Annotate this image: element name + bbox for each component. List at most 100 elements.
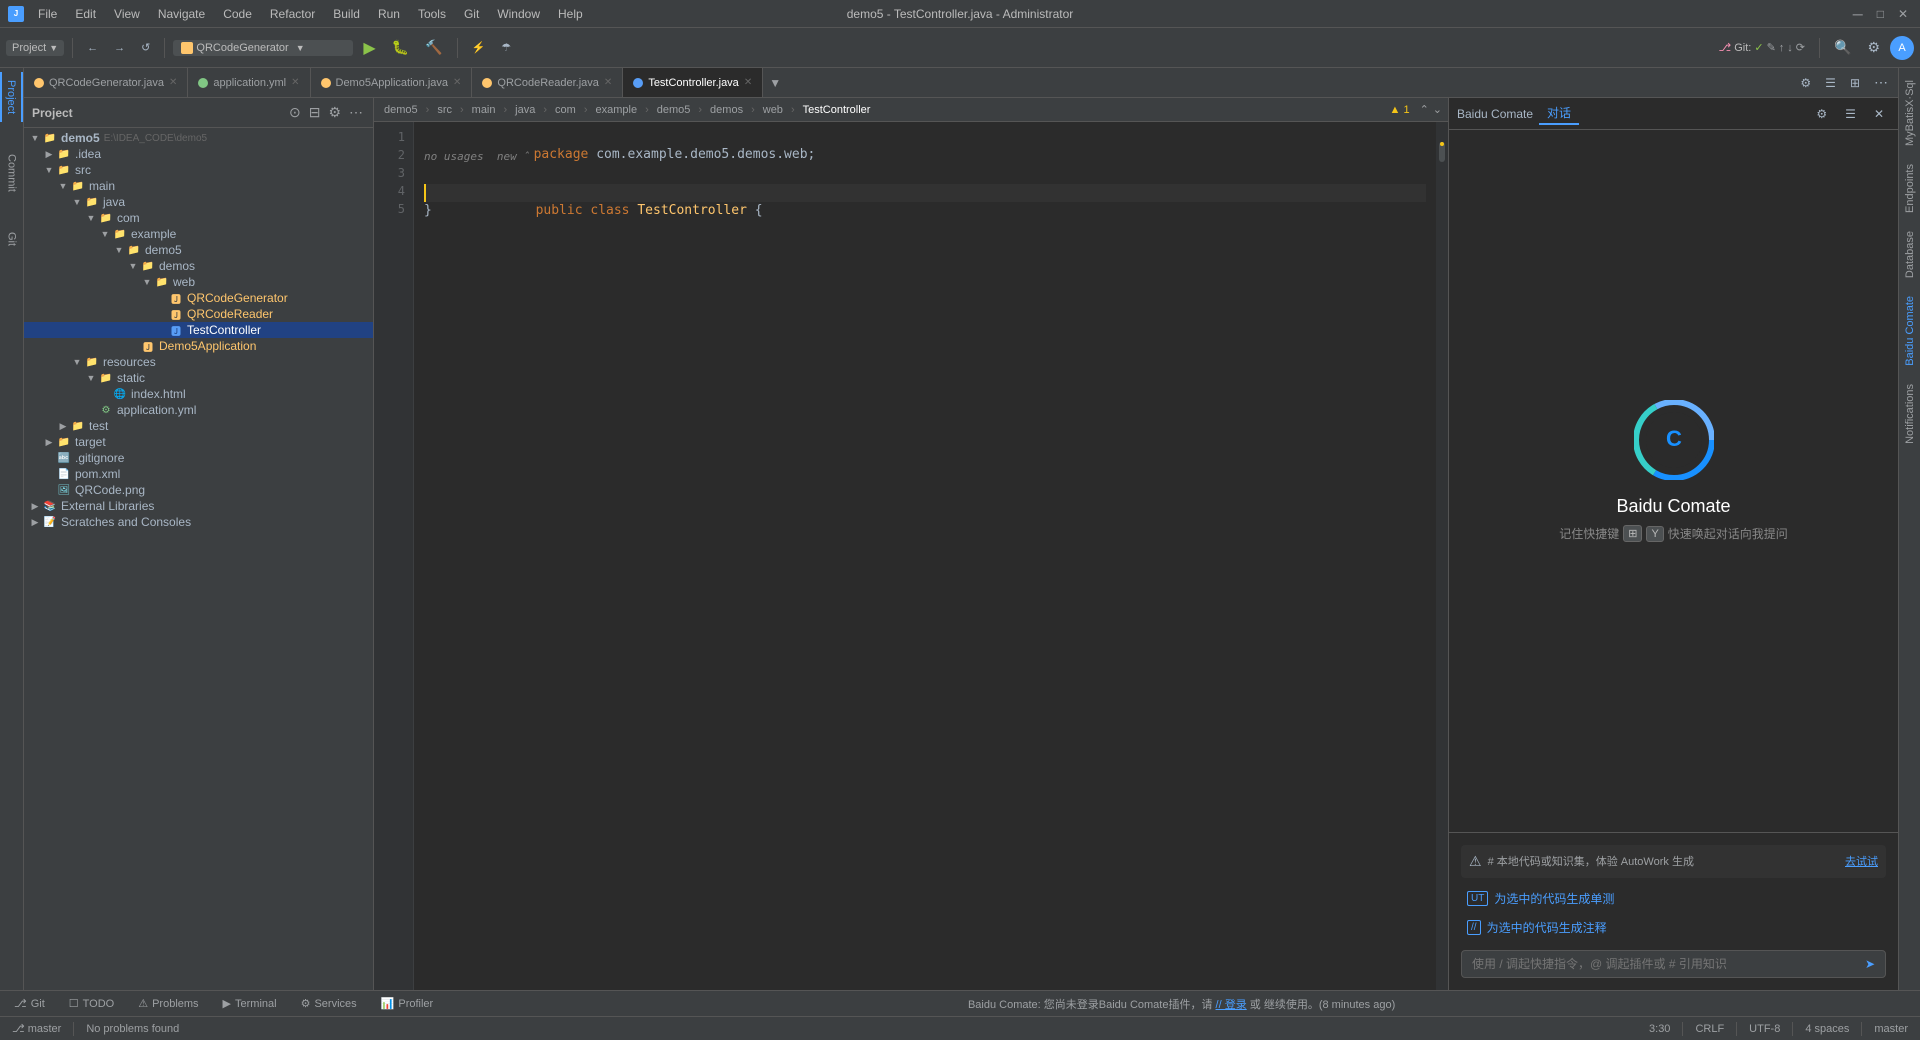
debug-btn[interactable]: 🐛: [386, 36, 415, 59]
bottom-tab-terminal[interactable]: ▶ Terminal: [215, 995, 285, 1012]
left-tool-commit[interactable]: Commit: [3, 146, 21, 200]
menu-item-code[interactable]: Code: [215, 5, 260, 23]
bottom-tab-problems[interactable]: ⚠ Problems: [130, 995, 206, 1012]
send-icon[interactable]: ➤: [1865, 957, 1875, 971]
nav-item[interactable]: demos: [706, 102, 747, 118]
tree-item-scratches[interactable]: ▶ 📝 Scratches and Consoles: [24, 514, 373, 530]
menu-item-navigate[interactable]: Navigate: [150, 5, 213, 23]
panel-tab-dialog[interactable]: 对话: [1539, 102, 1579, 125]
tree-item-testcontroller[interactable]: ▶ 🅹 TestController: [24, 322, 373, 338]
nav-item[interactable]: example: [591, 102, 641, 118]
tree-item-idea[interactable]: ▶ 📁 .idea: [24, 146, 373, 162]
coverage-btn[interactable]: ☂: [495, 38, 517, 57]
nav-item-active[interactable]: TestController: [799, 102, 875, 118]
bottom-tab-todo[interactable]: ☐ TODO: [61, 995, 122, 1012]
menu-item-edit[interactable]: Edit: [67, 5, 104, 23]
code-content[interactable]: package com.example.demo5.demos.web; no …: [414, 122, 1436, 990]
tabs-overflow-btn[interactable]: ▼: [763, 68, 787, 97]
avatar[interactable]: A: [1890, 36, 1914, 60]
run-config-selector[interactable]: QRCodeGenerator ▼: [173, 40, 353, 56]
refresh-btn[interactable]: ↺: [135, 38, 156, 57]
tab-testcontroller[interactable]: TestController.java ✕: [623, 68, 763, 97]
tree-item-demo5application[interactable]: ▶ 🅹 Demo5Application: [24, 338, 373, 354]
nav-item[interactable]: java: [511, 102, 539, 118]
tree-item-pom-xml[interactable]: ▶ 📄 pom.xml: [24, 466, 373, 482]
nav-item[interactable]: demo5: [653, 102, 695, 118]
rt-mybatisx[interactable]: MyBatisX·Sql: [1901, 72, 1919, 154]
tree-item-qrcode-png[interactable]: ▶ 🖼 QRCode.png: [24, 482, 373, 498]
tree-item-demos[interactable]: ▼ 📁 demos: [24, 258, 373, 274]
back-btn[interactable]: ←: [81, 39, 104, 57]
tab-qrcodereader[interactable]: QRCodeReader.java ✕: [472, 68, 623, 97]
sidebar-btn-4[interactable]: ⋯: [347, 102, 365, 123]
menu-item-file[interactable]: File: [30, 5, 65, 23]
notice-link[interactable]: 去试试: [1845, 853, 1878, 869]
tab-close-btn[interactable]: ✕: [744, 77, 752, 88]
status-line-ending[interactable]: CRLF: [1691, 1023, 1728, 1035]
tree-item-src[interactable]: ▼ 📁 src: [24, 162, 373, 178]
tab-action-btn-2[interactable]: ☰: [1819, 73, 1842, 93]
rt-baidu-comate[interactable]: Baidu Comate: [1901, 288, 1919, 374]
close-btn[interactable]: ✕: [1894, 7, 1912, 21]
build-btn[interactable]: 🔨: [419, 36, 448, 59]
run-btn[interactable]: ▶: [357, 35, 381, 61]
bottom-tab-services[interactable]: ⚙ Services: [293, 995, 365, 1012]
forward-btn[interactable]: →: [108, 39, 131, 57]
left-tool-git[interactable]: Git: [3, 224, 21, 254]
menu-item-window[interactable]: Window: [489, 5, 548, 23]
nav-item[interactable]: main: [468, 102, 500, 118]
tree-item-example[interactable]: ▼ 📁 example: [24, 226, 373, 242]
tree-item-resources[interactable]: ▼ 📁 resources: [24, 354, 373, 370]
nav-item[interactable]: web: [759, 102, 787, 118]
tree-item-target[interactable]: ▶ 📁 target: [24, 434, 373, 450]
tree-item-ext-libs[interactable]: ▶ 📚 External Libraries: [24, 498, 373, 514]
status-messages[interactable]: No problems found: [82, 1023, 183, 1035]
nav-item[interactable]: com: [551, 102, 580, 118]
maximize-btn[interactable]: □: [1873, 7, 1888, 21]
tree-item-test[interactable]: ▶ 📁 test: [24, 418, 373, 434]
menu-item-help[interactable]: Help: [550, 5, 591, 23]
sidebar-btn-2[interactable]: ⊟: [307, 102, 323, 123]
tab-application-yml[interactable]: application.yml ✕: [188, 68, 310, 97]
status-branch-right[interactable]: master: [1870, 1023, 1912, 1035]
panel-layout-btn[interactable]: ☰: [1839, 104, 1862, 124]
status-branch[interactable]: ⎇ master: [8, 1022, 65, 1035]
tree-item-demo5-pkg[interactable]: ▼ 📁 demo5: [24, 242, 373, 258]
split-btn[interactable]: ⋯: [1868, 71, 1894, 94]
bottom-tab-git[interactable]: ⎇ Git: [6, 995, 53, 1012]
settings-btn[interactable]: ⚙: [1861, 36, 1886, 59]
nav-item[interactable]: src: [433, 102, 456, 118]
comate-text-input[interactable]: [1472, 957, 1859, 971]
tab-qrcodegenerator[interactable]: QRCodeGenerator.java ✕: [24, 68, 188, 97]
bottom-tab-profiler[interactable]: 📊 Profiler: [373, 995, 442, 1012]
tree-item-qrcodegenerator[interactable]: ▶ 🅹 QRCodeGenerator: [24, 290, 373, 306]
scrollbar[interactable]: [1436, 122, 1448, 990]
status-encoding[interactable]: UTF-8: [1745, 1023, 1784, 1035]
tree-item-main[interactable]: ▼ 📁 main: [24, 178, 373, 194]
comate-action-ut[interactable]: UT 为选中的代码生成单测: [1461, 886, 1886, 911]
menu-item-refactor[interactable]: Refactor: [262, 5, 323, 23]
tab-action-btn-3[interactable]: ⊞: [1844, 73, 1866, 93]
tree-item-index-html[interactable]: ▶ 🌐 index.html: [24, 386, 373, 402]
comate-action-comment[interactable]: // 为选中的代码生成注释: [1461, 915, 1886, 940]
tab-close-btn[interactable]: ✕: [169, 77, 177, 88]
rt-endpoints[interactable]: Endpoints: [1901, 156, 1919, 221]
menu-item-git[interactable]: Git: [456, 5, 487, 23]
menu-item-view[interactable]: View: [106, 5, 148, 23]
tab-demo5application[interactable]: Demo5Application.java ✕: [311, 68, 473, 97]
panel-settings-btn[interactable]: ⚙: [1810, 104, 1833, 124]
tree-item-static[interactable]: ▼ 📁 static: [24, 370, 373, 386]
tree-item-web[interactable]: ▼ 📁 web: [24, 274, 373, 290]
search-btn[interactable]: 🔍: [1828, 36, 1857, 59]
sidebar-btn-1[interactable]: ⊙: [287, 102, 303, 123]
sidebar-btn-3[interactable]: ⚙: [326, 102, 343, 123]
tab-close-btn[interactable]: ✕: [453, 77, 461, 88]
code-area[interactable]: 1 2 3 4 5 package com.example.demo5.demo…: [374, 122, 1448, 990]
nav-scroll-down[interactable]: ⌄: [1433, 103, 1442, 116]
rt-notifications[interactable]: Notifications: [1901, 376, 1919, 452]
nav-item[interactable]: demo5: [380, 102, 422, 118]
tree-item-qrcodereader[interactable]: ▶ 🅹 QRCodeReader: [24, 306, 373, 322]
menu-item-tools[interactable]: Tools: [410, 5, 454, 23]
notice-login-link[interactable]: // 登录: [1216, 999, 1247, 1011]
tab-action-btn-1[interactable]: ⚙: [1794, 73, 1817, 93]
